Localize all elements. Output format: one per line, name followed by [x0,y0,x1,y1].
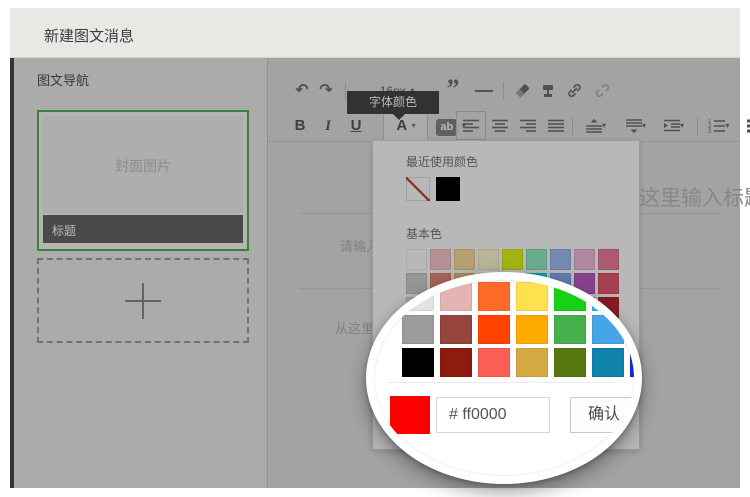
color-swatch[interactable] [630,282,634,311]
recent-color-swatch[interactable] [436,177,460,201]
color-swatch[interactable] [502,249,523,270]
chevron-down-icon: ▾ [680,121,684,130]
no-color-swatch[interactable] [406,177,430,201]
align-right-button[interactable] [518,114,538,138]
editor-toolbar: ↶ ↷ 16px ▾ ” [269,58,740,142]
blockquote-icon[interactable]: ” [441,74,465,96]
color-swatch[interactable] [440,348,472,377]
align-justify-button[interactable] [546,114,566,138]
magnifier-lens: 确认 [366,272,642,484]
recent-colors-row [406,177,466,201]
redo-icon[interactable]: ↷ [315,80,337,102]
indent-button[interactable]: ▾ [658,114,690,138]
zoomed-hex-color-input[interactable] [436,397,550,433]
color-swatch[interactable] [406,249,427,270]
color-swatch[interactable] [630,348,634,377]
color-swatch[interactable] [516,315,548,344]
chevron-down-icon: ▾ [725,121,729,130]
unlink-icon[interactable] [591,80,613,102]
article-title-bar: 标题 [43,215,243,243]
format-brush-icon[interactable] [537,80,559,102]
color-swatch[interactable] [440,282,472,311]
color-swatch[interactable] [440,315,472,344]
sidebar-title: 图文导航 [37,70,89,89]
zoomed-confirm-button[interactable]: 确认 [570,397,634,433]
zoomed-panel-divider [388,382,614,383]
color-swatch[interactable] [402,348,434,377]
color-swatch[interactable] [550,249,571,270]
cover-label: 封面图片 [43,156,243,176]
color-swatch[interactable] [526,249,547,270]
color-swatch[interactable] [554,348,586,377]
article-nav-sidebar: 图文导航 封面图片 标题 [14,58,268,488]
color-swatch[interactable] [478,249,499,270]
zoomed-color-preview-swatch [390,396,430,434]
align-center-button[interactable] [490,114,510,138]
link-icon[interactable] [563,80,585,102]
color-swatch[interactable] [430,249,451,270]
italic-button[interactable]: I [319,114,337,138]
unordered-list-button[interactable] [739,114,750,138]
chevron-down-icon: ▾ [602,121,606,130]
page-title: 新建图文消息 [44,25,134,46]
chevron-down-icon: ▾ [642,121,646,130]
color-swatch[interactable] [554,315,586,344]
line-height-button[interactable]: ▾ [580,114,612,138]
magnifier-content: 确认 [374,280,634,476]
color-swatch[interactable] [598,249,619,270]
color-swatch[interactable] [516,348,548,377]
article-title-label: 标题 [52,222,76,239]
dialog-header: 新建图文消息 [10,8,740,58]
eraser-icon[interactable] [511,80,533,102]
color-swatch[interactable] [592,348,624,377]
cover-image-placeholder[interactable]: 封面图片 [43,116,243,213]
svg-text:3: 3 [708,129,712,133]
bold-button[interactable]: B [291,114,309,138]
color-swatch[interactable] [554,282,586,311]
color-swatch[interactable] [402,282,434,311]
align-left-button[interactable] [461,114,481,138]
new-article-dialog: 新建图文消息 图文导航 封面图片 标题 ↶ [0,0,750,497]
tooltip-text: 字体颜色 [369,95,417,109]
article-card-selected[interactable]: 封面图片 标题 [37,110,249,251]
color-swatch[interactable] [478,315,510,344]
color-swatch[interactable] [592,282,624,311]
color-swatch[interactable] [478,282,510,311]
font-color-tooltip: 字体颜色 [347,91,439,114]
color-swatch[interactable] [478,348,510,377]
color-swatch[interactable] [516,282,548,311]
recent-colors-label: 最近使用颜色 [406,153,478,170]
underline-button[interactable]: U [347,114,365,138]
color-swatch[interactable] [630,315,634,344]
ordered-list-button[interactable]: 123▾ [703,114,735,138]
color-swatch[interactable] [454,249,475,270]
color-swatch[interactable] [402,315,434,344]
chevron-down-icon: ▾ [412,121,416,130]
basic-colors-label: 基本色 [406,225,442,242]
add-article-button[interactable] [37,258,249,343]
color-swatch[interactable] [592,315,624,344]
plus-icon [142,283,144,319]
color-swatch[interactable] [574,249,595,270]
horizontal-rule-icon[interactable] [475,90,493,92]
zoomed-color-grid [402,282,634,381]
paragraph-spacing-button[interactable]: ▾ [620,114,652,138]
undo-icon[interactable]: ↶ [291,80,313,102]
